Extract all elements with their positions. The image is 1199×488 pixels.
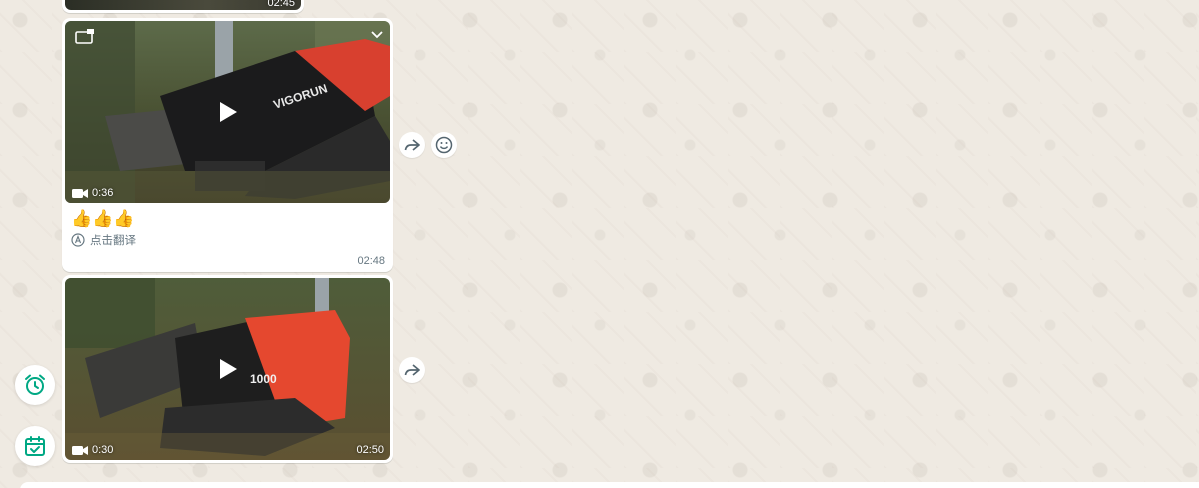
forward-button[interactable]	[399, 132, 425, 158]
video-duration: 0:36	[72, 187, 113, 199]
play-icon[interactable]	[206, 90, 250, 134]
message-time: 02:50	[356, 444, 384, 456]
message-time: 02:48	[357, 255, 385, 267]
chevron-down-icon[interactable]	[370, 27, 384, 45]
message-bubble[interactable]: VIGORUN 0:36 👍👍👍 点击翻译 02:48	[62, 18, 393, 272]
translate-link[interactable]: 点击翻译	[65, 229, 390, 248]
video-thumbnail[interactable]: 02:45	[65, 0, 301, 10]
forward-button[interactable]	[399, 357, 425, 383]
video-timestamp: 02:45	[267, 0, 295, 9]
emoji-icon	[435, 136, 453, 154]
video-camera-icon	[72, 188, 88, 198]
video-duration: 0:30	[72, 444, 113, 456]
video-duration-text: 0:36	[92, 187, 114, 199]
video-thumbnail[interactable]: 1000 0:30 02:50	[65, 278, 390, 460]
cast-icon[interactable]	[75, 29, 95, 50]
video-thumbnail[interactable]: VIGORUN 0:36	[65, 21, 390, 203]
forward-icon	[404, 139, 420, 151]
message-bubble[interactable]: 1000 0:30 02:50	[62, 275, 393, 463]
translate-icon	[71, 233, 85, 247]
message-composer[interactable]	[20, 482, 1199, 488]
calendar-icon	[25, 436, 45, 456]
video-camera-icon	[72, 445, 88, 455]
translate-label: 点击翻译	[90, 235, 136, 247]
calendar-button[interactable]	[15, 426, 55, 466]
alarm-icon	[25, 374, 45, 395]
react-button[interactable]	[431, 132, 457, 158]
svg-text:1000: 1000	[250, 372, 277, 386]
message-caption: 👍👍👍	[71, 209, 135, 228]
play-icon[interactable]	[206, 347, 250, 391]
message-bubble-previous[interactable]: 02:45	[62, 0, 304, 13]
forward-icon	[404, 364, 420, 376]
reminder-button[interactable]	[15, 365, 55, 405]
video-duration-text: 0:30	[92, 444, 114, 456]
